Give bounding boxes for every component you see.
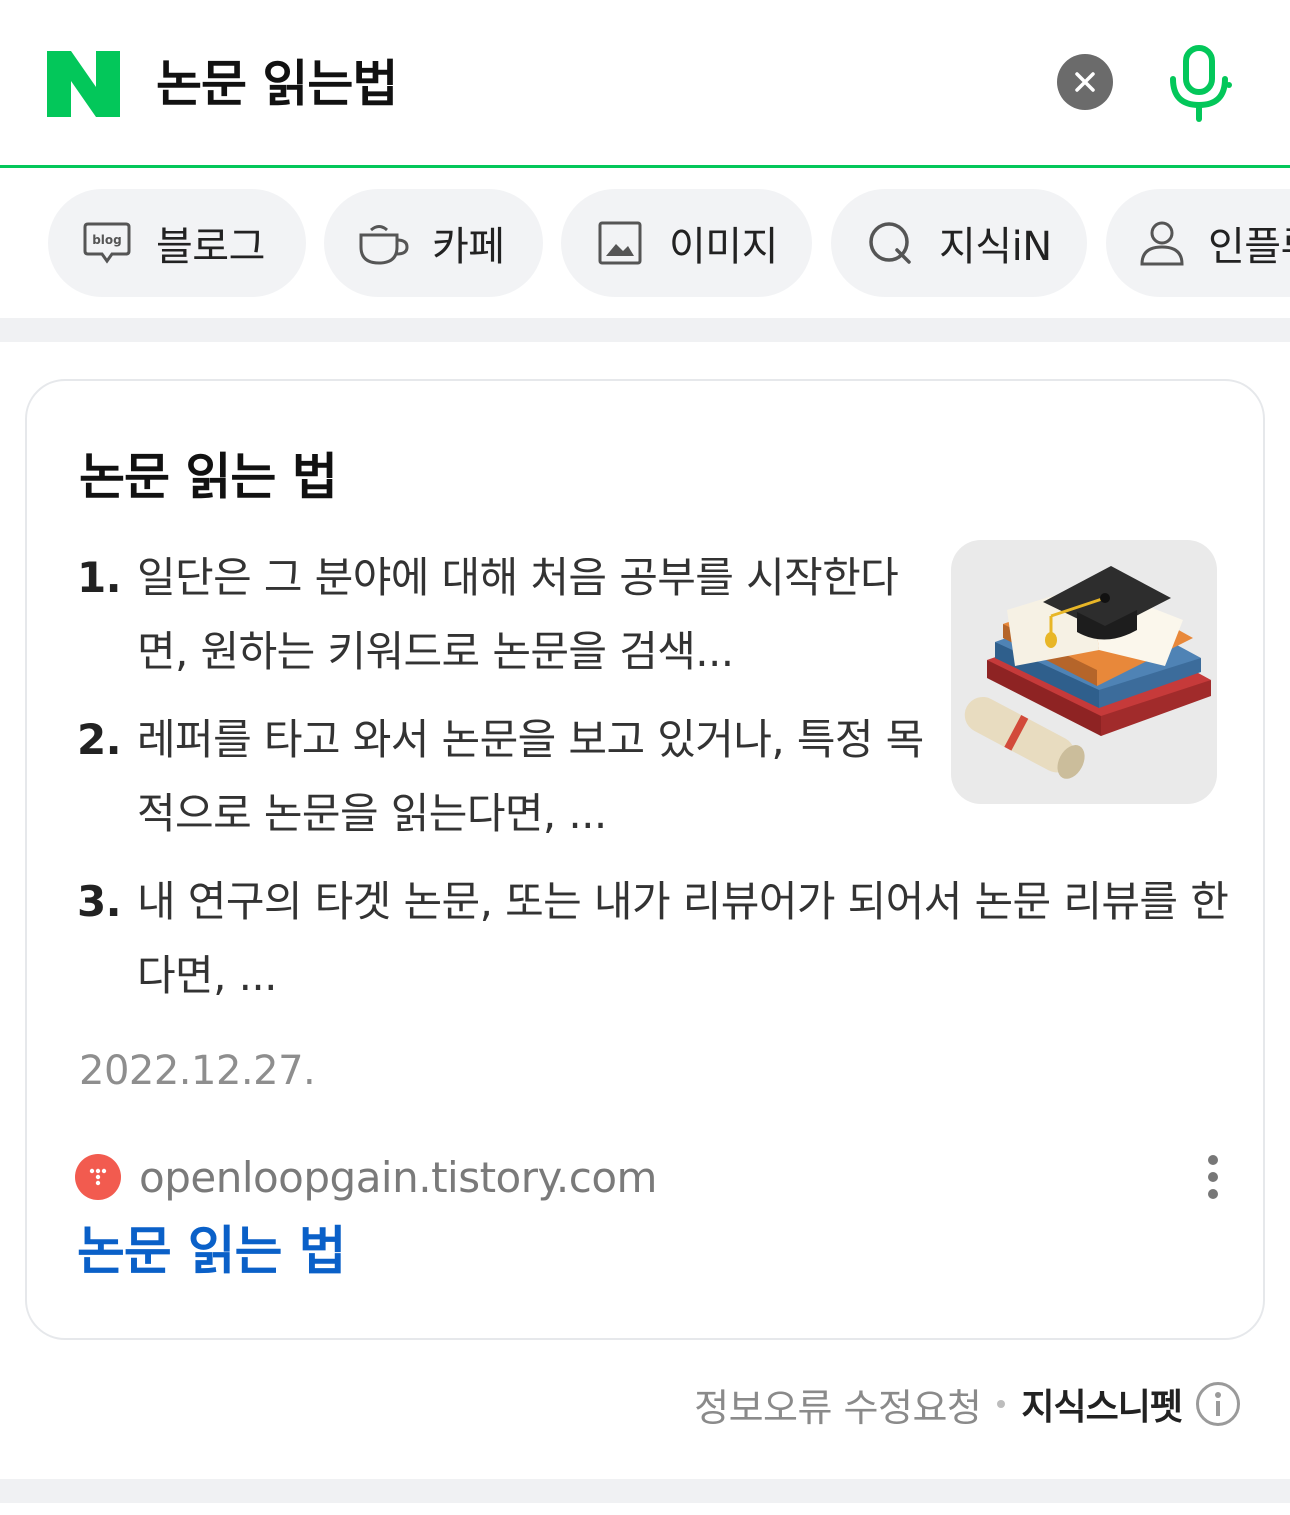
snippet-title: 논문 읽는 법 xyxy=(79,448,338,506)
tab-label: 블로그 xyxy=(156,224,265,270)
person-icon xyxy=(1138,216,1186,270)
list-item: 3. 내 연구의 타겟 논문, 또는 내가 리뷰어가 되어서 논문 리뷰를 한다… xyxy=(77,865,1237,1013)
close-icon xyxy=(1075,72,1095,92)
info-icon[interactable] xyxy=(1196,1382,1240,1426)
tab-cafe[interactable]: 카페 xyxy=(324,189,543,297)
tistory-logo-icon xyxy=(75,1154,121,1200)
tab-label: 지식iN xyxy=(939,224,1052,270)
tab-label: 이미지 xyxy=(669,224,778,270)
more-options-icon[interactable] xyxy=(1193,1149,1233,1205)
blog-icon: blog xyxy=(80,216,134,270)
image-icon xyxy=(593,216,647,270)
search-query-text[interactable]: 논문 읽는법 xyxy=(156,52,398,116)
list-number: 1. xyxy=(77,553,122,602)
list-text: 레퍼를 타고 와서 논문을 보고 있거나, 특정 목적으로 논문을 읽는다면, … xyxy=(137,715,924,838)
knowledge-snippet-card: 논문 읽는 법 1. 일단은 그 분야에 대해 처음 공부를 시작한다면, 원하… xyxy=(25,379,1265,1340)
tab-image[interactable]: 이미지 xyxy=(561,189,812,297)
tab-label: 카페 xyxy=(432,224,505,270)
dot-separator xyxy=(997,1400,1006,1408)
naver-logo-icon[interactable] xyxy=(47,51,120,117)
clear-search-button[interactable] xyxy=(1057,54,1113,110)
search-bar: 논문 읽는법 xyxy=(0,0,1290,168)
svg-text:blog: blog xyxy=(92,233,122,247)
snippet-thumbnail[interactable] xyxy=(951,540,1217,804)
cup-icon xyxy=(356,216,410,270)
books-graduation-cap-image xyxy=(964,566,1211,779)
snippet-brand-label: 지식스니펫 xyxy=(1021,1387,1183,1428)
list-number: 3. xyxy=(77,877,122,926)
tab-blog[interactable]: blog 블로그 xyxy=(48,189,306,297)
list-text: 일단은 그 분야에 대해 처음 공부를 시작한다면, 원하는 키워드로 논문을 … xyxy=(137,553,899,676)
tab-influencer[interactable]: 인플루언서 xyxy=(1106,189,1290,297)
search-category-tabs: blog 블로그 카페 이미지 지식iN 인플 xyxy=(0,171,1290,318)
section-divider xyxy=(0,1479,1290,1503)
q-icon xyxy=(863,216,917,270)
list-text: 내 연구의 타겟 논문, 또는 내가 리뷰어가 되어서 논문 리뷰를 한다면, … xyxy=(137,877,1229,1000)
snippet-date: 2022.12.27. xyxy=(79,1048,316,1094)
result-title-link[interactable]: 논문 읽는 법 xyxy=(77,1219,346,1285)
source-url: openloopgain.tistory.com xyxy=(139,1152,657,1202)
microphone-icon xyxy=(1170,45,1232,122)
snippet-footer: 정보오류 수정요청 지식스니펫 xyxy=(694,1374,1240,1434)
section-divider xyxy=(0,318,1290,342)
report-error-link[interactable]: 정보오류 수정요청 xyxy=(694,1377,982,1432)
voice-search-button[interactable] xyxy=(1163,44,1235,124)
source-row[interactable]: openloopgain.tistory.com xyxy=(75,1147,657,1207)
list-number: 2. xyxy=(77,715,122,764)
tab-label: 인플루언서 xyxy=(1208,224,1290,270)
tab-kin[interactable]: 지식iN xyxy=(831,189,1087,297)
